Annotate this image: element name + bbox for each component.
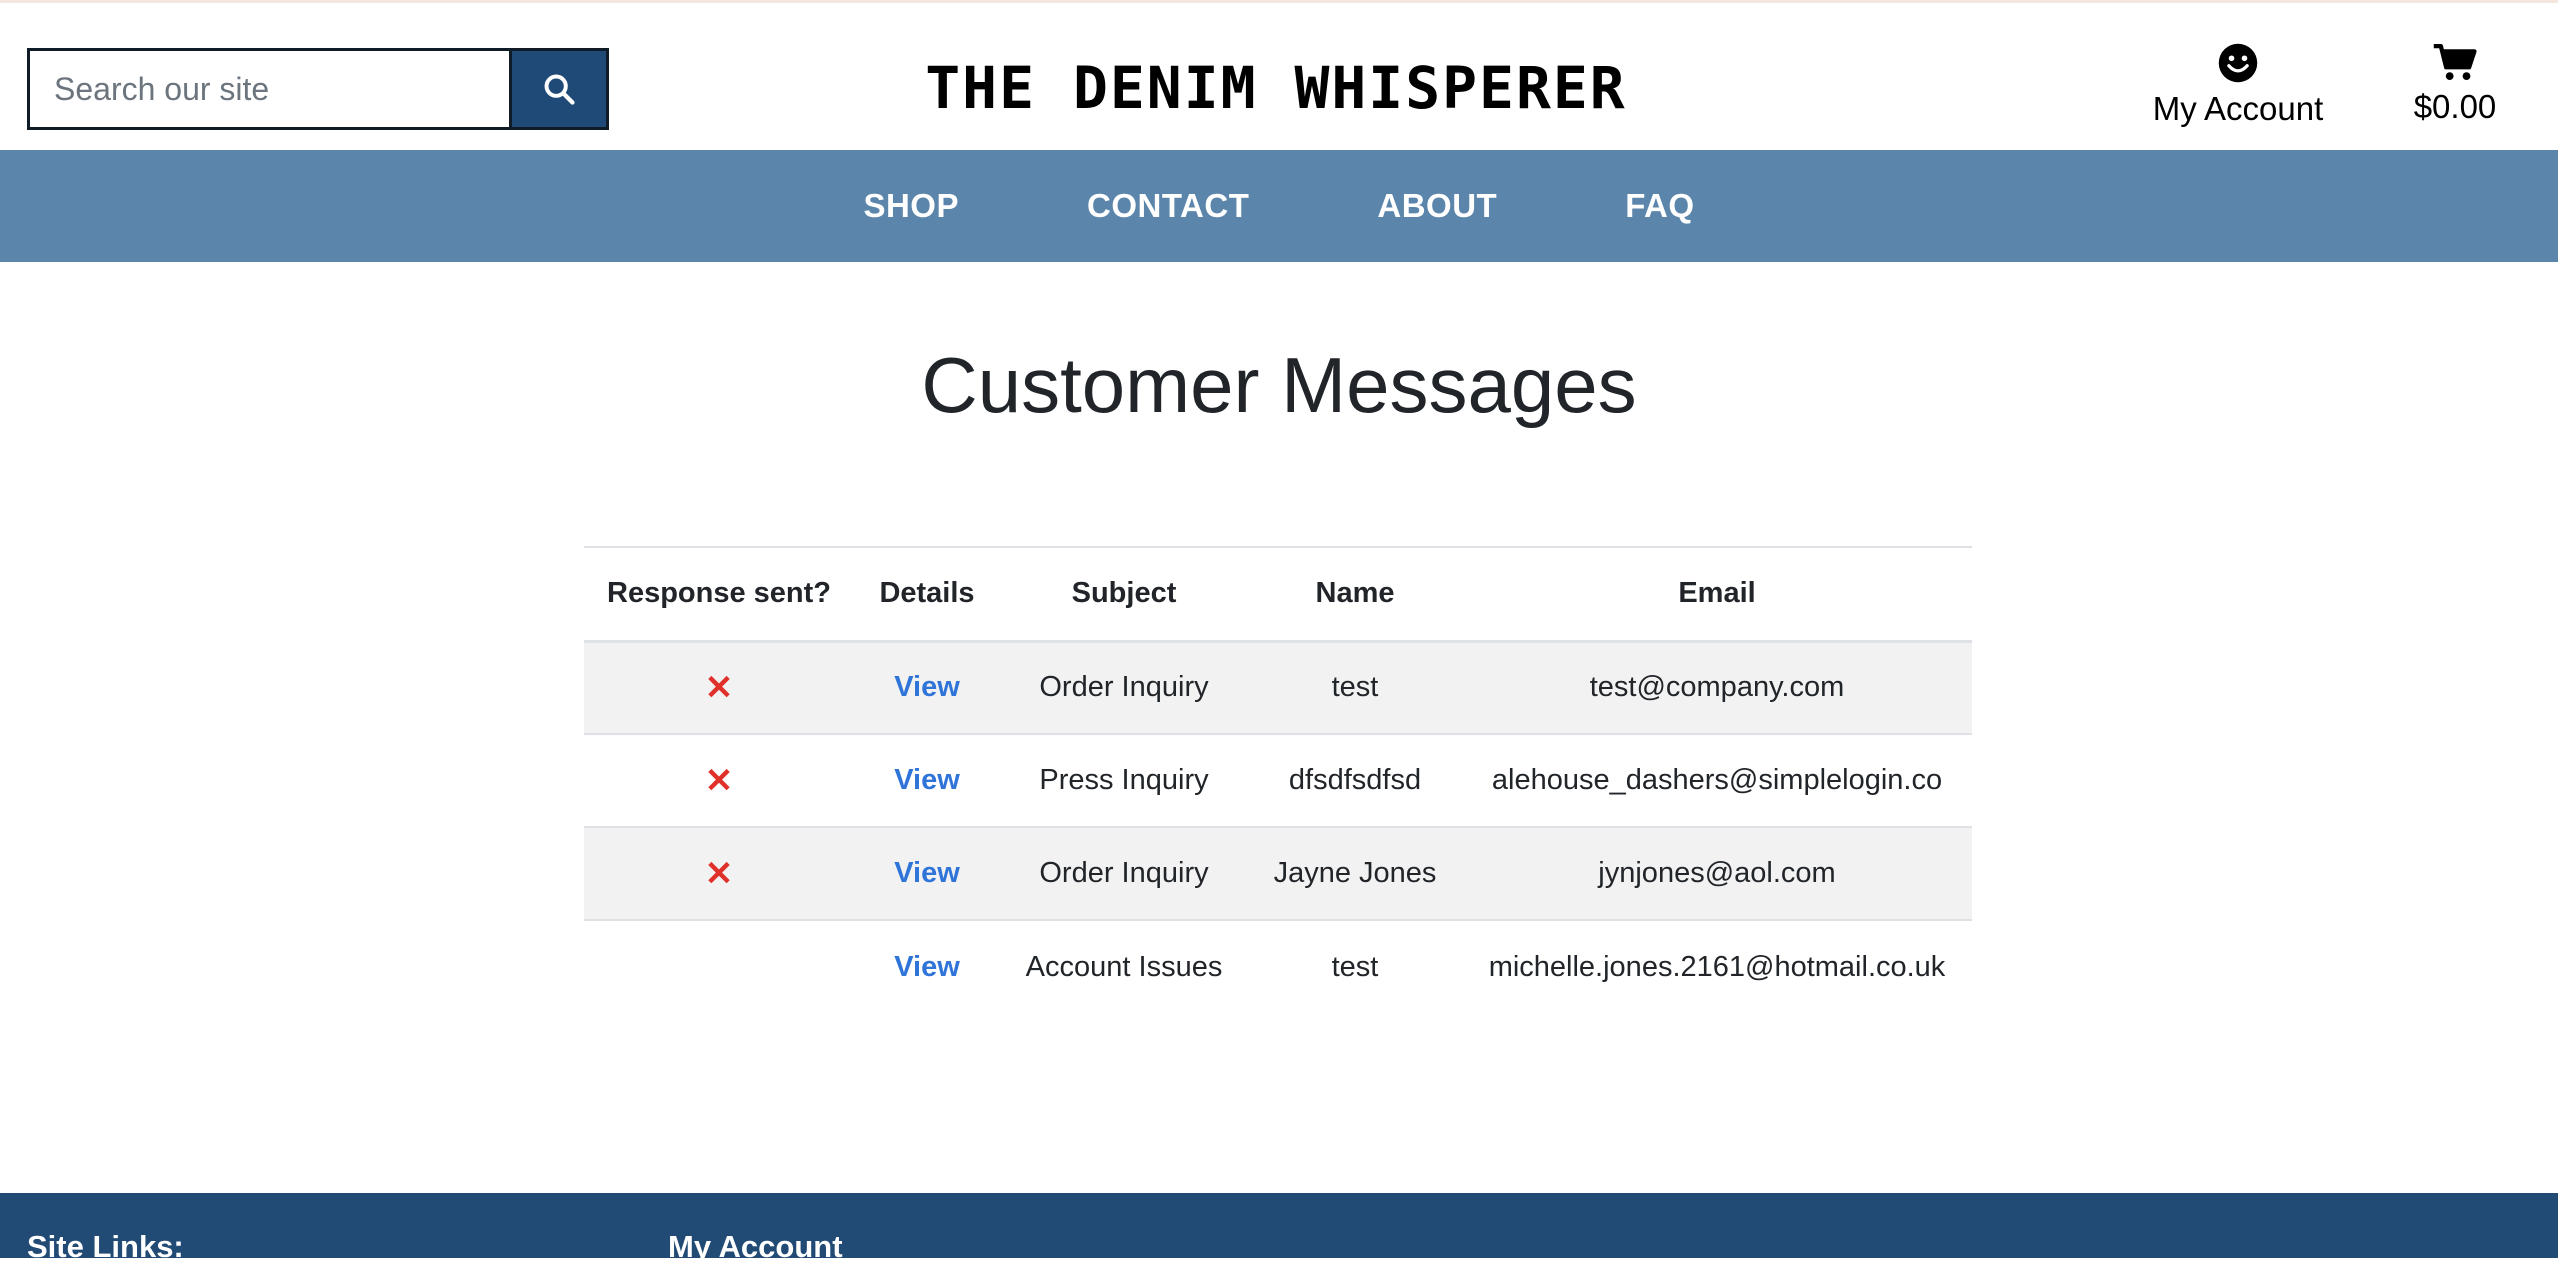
main-nav: SHOP CONTACT ABOUT FAQ [0, 150, 2558, 262]
details-cell: View [854, 734, 1000, 828]
messages-table-wrapper: Response sent? Details Subject Name Emai… [584, 546, 1972, 1013]
site-logo[interactable]: THE DENIM WHISPERER [925, 54, 1624, 122]
email-cell: jynjones@aol.com [1462, 827, 1972, 921]
nav-contact[interactable]: CONTACT [1023, 187, 1313, 225]
x-mark-icon: ✕ [704, 854, 734, 893]
header-subject: Subject [1000, 546, 1248, 643]
footer-account-heading: My Account [668, 1229, 843, 1264]
search-icon [544, 74, 575, 105]
header-email: Email [1462, 546, 1972, 643]
response-status-cell: ✕ [584, 827, 854, 921]
subject-cell: Order Inquiry [1000, 641, 1248, 735]
view-link[interactable]: View [894, 764, 960, 796]
messages-table: Response sent? Details Subject Name Emai… [584, 546, 1972, 1013]
details-cell: View [854, 641, 1000, 735]
main-content: Customer Messages Response sent? Details… [0, 340, 2558, 983]
nav-faq[interactable]: FAQ [1561, 187, 1758, 225]
my-account-link[interactable]: My Account [2140, 42, 2336, 128]
response-status-cell: ✕ [584, 734, 854, 828]
subject-cell: Press Inquiry [1000, 734, 1248, 828]
email-cell: michelle.jones.2161@hotmail.co.uk [1488, 950, 1946, 983]
page-title: Customer Messages [921, 341, 1637, 429]
cart-icon [2433, 43, 2477, 81]
subject-cell: Order Inquiry [1000, 827, 1248, 921]
search-button[interactable] [509, 48, 609, 130]
header-response-sent: Response sent? [584, 546, 854, 643]
name-cell: test [1248, 641, 1462, 735]
name-cell: Jayne Jones [1248, 827, 1462, 921]
my-account-label: My Account [2152, 90, 2324, 127]
smiley-icon [2218, 43, 2258, 83]
table-header-row: Response sent? Details Subject Name Emai… [584, 546, 1972, 643]
table-row: ✕ View Order Inquiry Jayne Jones jynjone… [584, 827, 1972, 921]
response-status-cell [584, 920, 854, 1013]
email-cell: alehouse_dashers@simplelogin.co [1462, 734, 1972, 828]
view-link[interactable]: View [894, 671, 960, 703]
nav-shop[interactable]: SHOP [799, 187, 1023, 225]
details-cell: View [854, 827, 1000, 921]
search-form [27, 48, 609, 130]
nav-about[interactable]: ABOUT [1313, 187, 1561, 225]
header-name: Name [1248, 546, 1462, 643]
footer-site-links-heading: Site Links: [27, 1229, 184, 1264]
name-cell: dfsdfsdfsd [1248, 734, 1462, 828]
x-mark-icon: ✕ [704, 668, 734, 707]
site-header: THE DENIM WHISPERER My Account $0.00 [0, 6, 2558, 150]
cart-total: $0.00 [2413, 88, 2497, 125]
view-link[interactable]: View [894, 857, 960, 889]
table-row: ✕ View Order Inquiry test test@company.c… [584, 641, 1972, 735]
view-link[interactable]: View [894, 951, 960, 983]
response-status-cell: ✕ [584, 641, 854, 735]
x-mark-icon: ✕ [704, 761, 734, 800]
header-details: Details [854, 546, 1000, 643]
subject-cell: Account Issues [1025, 950, 1223, 983]
table-row: ✕ View Press Inquiry dfsdfsdfsd alehouse… [584, 734, 1972, 828]
email-cell: test@company.com [1462, 641, 1972, 735]
search-input[interactable] [27, 48, 509, 130]
details-cell: View [854, 920, 1000, 1013]
table-row: View Account Issues test michelle.jones.… [584, 920, 1972, 1013]
name-cell: test [1331, 950, 1379, 983]
cart-link[interactable]: $0.00 [2400, 42, 2510, 126]
site-footer: Site Links: My Account [0, 1193, 2558, 1264]
